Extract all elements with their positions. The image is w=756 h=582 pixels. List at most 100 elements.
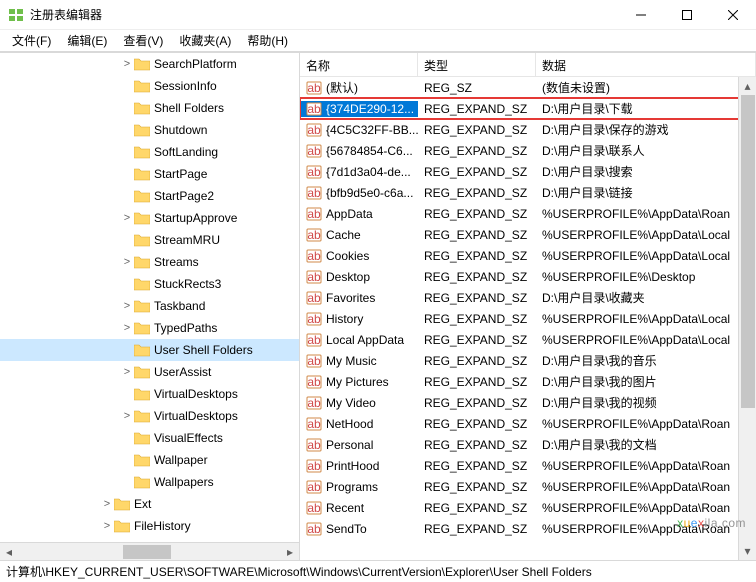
window-title: 注册表编辑器 <box>30 6 618 23</box>
tree-pane: >SearchPlatformSessionInfoShell FoldersS… <box>0 53 300 560</box>
menu-file[interactable]: 文件(F) <box>6 30 57 51</box>
expander-icon[interactable]: > <box>100 521 114 532</box>
tree-item[interactable]: SoftLanding <box>0 141 299 163</box>
value-data: D:\用户目录\链接 <box>536 184 756 201</box>
value-data: D:\用户目录\搜索 <box>536 163 756 180</box>
tree-item-label: VisualEffects <box>154 431 225 445</box>
tree-item[interactable]: Wallpapers <box>0 471 299 493</box>
tree-view[interactable]: >SearchPlatformSessionInfoShell FoldersS… <box>0 53 299 541</box>
tree-item[interactable]: >Taskband <box>0 295 299 317</box>
column-name[interactable]: 名称 <box>300 53 418 76</box>
value-row[interactable]: abFavoritesREG_EXPAND_SZD:\用户目录\收藏夹 <box>300 287 756 308</box>
value-data: D:\用户目录\保存的游戏 <box>536 121 756 138</box>
value-name: {bfb9d5e0-c6a... <box>326 186 413 200</box>
value-row[interactable]: abMy PicturesREG_EXPAND_SZD:\用户目录\我的图片 <box>300 371 756 392</box>
expander-icon[interactable]: > <box>120 257 134 268</box>
tree-item[interactable]: >Streams <box>0 251 299 273</box>
expander-icon[interactable]: > <box>120 213 134 224</box>
value-row[interactable]: abMy VideoREG_EXPAND_SZD:\用户目录\我的视频 <box>300 392 756 413</box>
folder-icon <box>134 58 150 71</box>
column-data[interactable]: 数据 <box>536 53 756 76</box>
value-type: REG_EXPAND_SZ <box>418 207 536 221</box>
value-row[interactable]: abCacheREG_EXPAND_SZ%USERPROFILE%\AppDat… <box>300 224 756 245</box>
string-value-icon: ab <box>306 311 322 327</box>
value-name: AppData <box>326 207 373 221</box>
tree-item[interactable]: StuckRects3 <box>0 273 299 295</box>
maximize-button[interactable] <box>664 0 710 30</box>
value-name-cell: abCache <box>300 227 418 243</box>
scroll-up-button[interactable]: ▴ <box>739 77 756 95</box>
folder-icon <box>134 366 150 379</box>
value-row[interactable]: ab{7d1d3a04-de...REG_EXPAND_SZD:\用户目录\搜索 <box>300 161 756 182</box>
tree-item[interactable]: >GameDVR <box>0 537 299 541</box>
string-value-icon: ab <box>306 332 322 348</box>
expander-icon[interactable]: > <box>100 499 114 510</box>
value-row[interactable]: ab {bfb9d5e0-c6a... REG_EXPAND_SZD:\用户目录\链… <box>300 182 756 203</box>
value-row[interactable]: abDesktopREG_EXPAND_SZ%USERPROFILE%\Desk… <box>300 266 756 287</box>
tree-item[interactable]: Wallpaper <box>0 449 299 471</box>
tree-item[interactable]: StartPage <box>0 163 299 185</box>
tree-item[interactable]: >FileHistory <box>0 515 299 537</box>
value-row[interactable]: abAppDataREG_EXPAND_SZ%USERPROFILE%\AppD… <box>300 203 756 224</box>
value-name-cell: abPersonal <box>300 437 418 453</box>
svg-text:ab: ab <box>307 186 321 200</box>
expander-icon[interactable]: > <box>120 59 134 70</box>
value-row[interactable]: ab{374DE290-12...REG_EXPAND_SZD:\用户目录\下载 <box>300 98 756 119</box>
string-value-icon: ab <box>306 395 322 411</box>
value-row[interactable]: ab{56784854-C6...REG_EXPAND_SZD:\用户目录\联系… <box>300 140 756 161</box>
value-row[interactable]: ab(默认)REG_SZ(数值未设置) <box>300 77 756 98</box>
tree-item[interactable]: Shutdown <box>0 119 299 141</box>
value-row[interactable]: abPersonalREG_EXPAND_SZD:\用户目录\我的文档 <box>300 434 756 455</box>
tree-item[interactable]: Shell Folders <box>0 97 299 119</box>
list-view[interactable]: ab(默认)REG_SZ(数值未设置)ab{374DE290-12...REG_… <box>300 77 756 541</box>
value-row[interactable]: abLocal AppDataREG_EXPAND_SZ%USERPROFILE… <box>300 329 756 350</box>
tree-item-label: User Shell Folders <box>154 343 255 357</box>
menu-help[interactable]: 帮助(H) <box>241 30 294 51</box>
tree-item[interactable]: StartPage2 <box>0 185 299 207</box>
list-vertical-scrollbar[interactable]: ▴ ▾ <box>738 77 756 560</box>
scroll-right-button[interactable]: ▸ <box>281 543 299 561</box>
value-row[interactable]: abPrintHoodREG_EXPAND_SZ%USERPROFILE%\Ap… <box>300 455 756 476</box>
value-row[interactable]: ab{4C5C32FF-BB...REG_EXPAND_SZD:\用户目录\保存… <box>300 119 756 140</box>
tree-item[interactable]: SessionInfo <box>0 75 299 97</box>
scroll-thumb[interactable] <box>741 95 755 408</box>
expander-icon[interactable]: > <box>120 301 134 312</box>
value-row[interactable]: abHistoryREG_EXPAND_SZ%USERPROFILE%\AppD… <box>300 308 756 329</box>
value-data: %USERPROFILE%\AppData\Local <box>536 333 756 347</box>
tree-item[interactable]: >SearchPlatform <box>0 53 299 75</box>
scroll-left-button[interactable]: ◂ <box>0 543 18 561</box>
svg-text:ab: ab <box>307 228 321 242</box>
tree-item[interactable]: > StartupApprove <box>0 207 299 229</box>
minimize-button[interactable] <box>618 0 664 30</box>
string-value-icon: ab <box>306 164 322 180</box>
value-type: REG_EXPAND_SZ <box>418 186 536 200</box>
close-button[interactable] <box>710 0 756 30</box>
tree-item[interactable]: VirtualDesktops <box>0 383 299 405</box>
tree-item[interactable]: >UserAssist <box>0 361 299 383</box>
menu-view[interactable]: 查看(V) <box>117 30 169 51</box>
tree-item[interactable]: >Ext <box>0 493 299 515</box>
column-type[interactable]: 类型 <box>418 53 536 76</box>
value-name-cell: abMy Video <box>300 395 418 411</box>
tree-item-label: StartupApprove <box>154 211 239 225</box>
string-value-icon: ab <box>306 248 322 264</box>
menu-edit[interactable]: 编辑(E) <box>61 30 113 51</box>
tree-item[interactable]: StreamMRU <box>0 229 299 251</box>
menu-favorites[interactable]: 收藏夹(A) <box>173 30 237 51</box>
tree-horizontal-scrollbar[interactable]: ◂ ▸ <box>0 542 299 560</box>
value-row[interactable]: abCookiesREG_EXPAND_SZ%USERPROFILE%\AppD… <box>300 245 756 266</box>
scroll-down-button[interactable]: ▾ <box>739 542 756 560</box>
value-row[interactable]: abMy MusicREG_EXPAND_SZD:\用户目录\我的音乐 <box>300 350 756 371</box>
tree-item[interactable]: VisualEffects <box>0 427 299 449</box>
value-row[interactable]: abNetHoodREG_EXPAND_SZ%USERPROFILE%\AppD… <box>300 413 756 434</box>
tree-item[interactable]: User Shell Folders <box>0 339 299 361</box>
expander-icon[interactable]: > <box>120 411 134 422</box>
scroll-thumb[interactable] <box>123 545 171 559</box>
tree-item[interactable]: >VirtualDesktops <box>0 405 299 427</box>
tree-item[interactable]: >TypedPaths <box>0 317 299 339</box>
expander-icon[interactable]: > <box>120 323 134 334</box>
svg-text:ab: ab <box>307 249 321 263</box>
value-type: REG_EXPAND_SZ <box>418 522 536 536</box>
expander-icon[interactable]: > <box>120 367 134 378</box>
value-row[interactable]: abProgramsREG_EXPAND_SZ%USERPROFILE%\App… <box>300 476 756 497</box>
